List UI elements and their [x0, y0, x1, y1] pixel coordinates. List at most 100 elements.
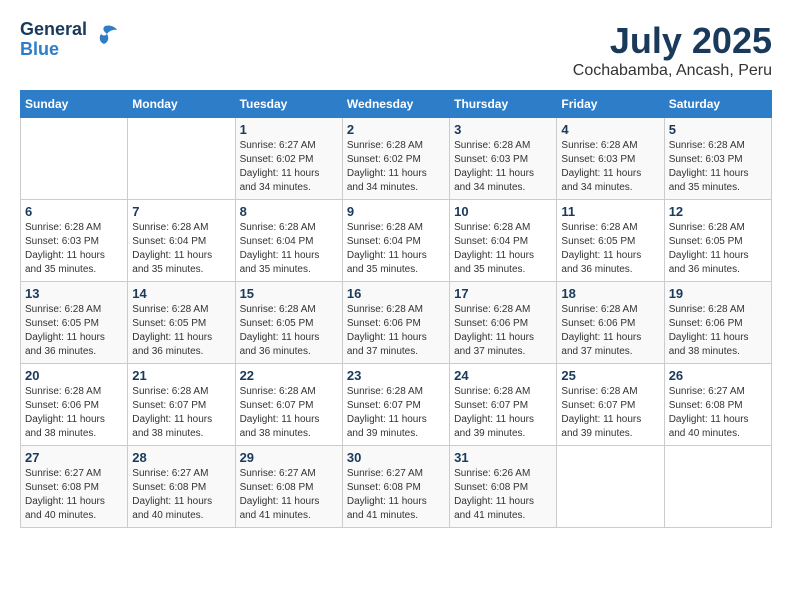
- calendar-table: SundayMondayTuesdayWednesdayThursdayFrid…: [20, 90, 772, 528]
- day-info: Sunrise: 6:27 AM Sunset: 6:08 PM Dayligh…: [347, 467, 445, 523]
- calendar-cell: 10Sunrise: 6:28 AM Sunset: 6:04 PM Dayli…: [450, 200, 557, 282]
- calendar-cell: 5Sunrise: 6:28 AM Sunset: 6:03 PM Daylig…: [664, 118, 771, 200]
- calendar-body: 1 Sunrise: 6:27 AM Sunset: 6:02 PM Daylig…: [21, 118, 772, 528]
- calendar-cell: 30 Sunrise: 6:27 AM Sunset: 6:08 PM Dayli…: [342, 446, 449, 528]
- day-info: Sunrise: 6:28 AM Sunset: 6:07 PM Dayligh…: [347, 385, 445, 441]
- day-info: Sunrise: 6:28 AM Sunset: 6:03 PM Dayligh…: [25, 221, 123, 277]
- calendar-cell: 26 Sunrise: 6:27 AM Sunset: 6:08 PM Dayli…: [664, 364, 771, 446]
- calendar-header: SundayMondayTuesdayWednesdayThursdayFrid…: [21, 91, 772, 118]
- bird-icon: [89, 22, 119, 57]
- day-number: 10: [454, 204, 552, 219]
- calendar-cell: 31 Sunrise: 6:26 AM Sunset: 6:08 PM Dayli…: [450, 446, 557, 528]
- calendar-week-row: 1 Sunrise: 6:27 AM Sunset: 6:02 PM Daylig…: [21, 118, 772, 200]
- calendar-week-row: 27Sunrise: 6:27 AM Sunset: 6:08 PM Dayli…: [21, 446, 772, 528]
- day-of-week-header: Friday: [557, 91, 664, 118]
- calendar-cell: 9 Sunrise: 6:28 AM Sunset: 6:04 PM Daylig…: [342, 200, 449, 282]
- day-info: Sunrise: 6:28 AM Sunset: 6:03 PM Dayligh…: [669, 139, 767, 195]
- day-number: 17: [454, 286, 552, 301]
- day-number: 31: [454, 450, 552, 465]
- day-number: 12: [669, 204, 767, 219]
- calendar-cell: [21, 118, 128, 200]
- day-number: 25: [561, 368, 659, 383]
- day-info: Sunrise: 6:28 AM Sunset: 6:06 PM Dayligh…: [347, 303, 445, 359]
- calendar-cell: 8 Sunrise: 6:28 AM Sunset: 6:04 PM Daylig…: [235, 200, 342, 282]
- day-info: Sunrise: 6:27 AM Sunset: 6:08 PM Dayligh…: [132, 467, 230, 523]
- calendar-cell: [664, 446, 771, 528]
- day-info: Sunrise: 6:28 AM Sunset: 6:07 PM Dayligh…: [561, 385, 659, 441]
- day-of-week-header: Tuesday: [235, 91, 342, 118]
- day-number: 24: [454, 368, 552, 383]
- day-info: Sunrise: 6:28 AM Sunset: 6:06 PM Dayligh…: [454, 303, 552, 359]
- calendar-cell: 25 Sunrise: 6:28 AM Sunset: 6:07 PM Dayli…: [557, 364, 664, 446]
- day-number: 1: [240, 122, 338, 137]
- day-info: Sunrise: 6:28 AM Sunset: 6:06 PM Dayligh…: [561, 303, 659, 359]
- day-info: Sunrise: 6:28 AM Sunset: 6:07 PM Dayligh…: [240, 385, 338, 441]
- day-number: 2: [347, 122, 445, 137]
- day-info: Sunrise: 6:28 AM Sunset: 6:05 PM Dayligh…: [132, 303, 230, 359]
- day-of-week-header: Monday: [128, 91, 235, 118]
- day-info: Sunrise: 6:28 AM Sunset: 6:07 PM Dayligh…: [454, 385, 552, 441]
- calendar-cell: 6Sunrise: 6:28 AM Sunset: 6:03 PM Daylig…: [21, 200, 128, 282]
- day-number: 4: [561, 122, 659, 137]
- calendar-cell: 18 Sunrise: 6:28 AM Sunset: 6:06 PM Dayli…: [557, 282, 664, 364]
- day-info: Sunrise: 6:28 AM Sunset: 6:04 PM Dayligh…: [347, 221, 445, 277]
- page-title: July 2025: [573, 20, 772, 62]
- day-number: 16: [347, 286, 445, 301]
- day-info: Sunrise: 6:28 AM Sunset: 6:07 PM Dayligh…: [132, 385, 230, 441]
- day-info: Sunrise: 6:28 AM Sunset: 6:05 PM Dayligh…: [25, 303, 123, 359]
- day-number: 11: [561, 204, 659, 219]
- calendar-cell: 16 Sunrise: 6:28 AM Sunset: 6:06 PM Dayli…: [342, 282, 449, 364]
- day-info: Sunrise: 6:28 AM Sunset: 6:04 PM Dayligh…: [132, 221, 230, 277]
- day-number: 18: [561, 286, 659, 301]
- calendar-cell: 19Sunrise: 6:28 AM Sunset: 6:06 PM Dayli…: [664, 282, 771, 364]
- day-info: Sunrise: 6:27 AM Sunset: 6:08 PM Dayligh…: [669, 385, 767, 441]
- day-number: 20: [25, 368, 123, 383]
- day-info: Sunrise: 6:27 AM Sunset: 6:08 PM Dayligh…: [240, 467, 338, 523]
- calendar-cell: 27Sunrise: 6:27 AM Sunset: 6:08 PM Dayli…: [21, 446, 128, 528]
- calendar-cell: 2 Sunrise: 6:28 AM Sunset: 6:02 PM Daylig…: [342, 118, 449, 200]
- day-number: 22: [240, 368, 338, 383]
- day-info: Sunrise: 6:27 AM Sunset: 6:02 PM Dayligh…: [240, 139, 338, 195]
- calendar-cell: 11 Sunrise: 6:28 AM Sunset: 6:05 PM Dayli…: [557, 200, 664, 282]
- day-number: 15: [240, 286, 338, 301]
- calendar-cell: [557, 446, 664, 528]
- day-number: 28: [132, 450, 230, 465]
- day-number: 29: [240, 450, 338, 465]
- calendar-cell: 20 Sunrise: 6:28 AM Sunset: 6:06 PM Dayli…: [21, 364, 128, 446]
- day-number: 9: [347, 204, 445, 219]
- page-subtitle: Cochabamba, Ancash, Peru: [573, 62, 772, 80]
- calendar-week-row: 6Sunrise: 6:28 AM Sunset: 6:03 PM Daylig…: [21, 200, 772, 282]
- day-info: Sunrise: 6:28 AM Sunset: 6:03 PM Dayligh…: [561, 139, 659, 195]
- day-info: Sunrise: 6:26 AM Sunset: 6:08 PM Dayligh…: [454, 467, 552, 523]
- calendar-cell: 15 Sunrise: 6:28 AM Sunset: 6:05 PM Dayli…: [235, 282, 342, 364]
- calendar-cell: 7 Sunrise: 6:28 AM Sunset: 6:04 PM Daylig…: [128, 200, 235, 282]
- calendar-cell: 29 Sunrise: 6:27 AM Sunset: 6:08 PM Dayli…: [235, 446, 342, 528]
- calendar-week-row: 13Sunrise: 6:28 AM Sunset: 6:05 PM Dayli…: [21, 282, 772, 364]
- day-info: Sunrise: 6:28 AM Sunset: 6:02 PM Dayligh…: [347, 139, 445, 195]
- day-number: 8: [240, 204, 338, 219]
- day-number: 7: [132, 204, 230, 219]
- logo-blue: Blue: [20, 39, 59, 59]
- day-number: 26: [669, 368, 767, 383]
- day-number: 30: [347, 450, 445, 465]
- day-number: 19: [669, 286, 767, 301]
- day-number: 14: [132, 286, 230, 301]
- calendar-week-row: 20 Sunrise: 6:28 AM Sunset: 6:06 PM Dayli…: [21, 364, 772, 446]
- day-info: Sunrise: 6:28 AM Sunset: 6:05 PM Dayligh…: [669, 221, 767, 277]
- day-number: 21: [132, 368, 230, 383]
- calendar-cell: 28 Sunrise: 6:27 AM Sunset: 6:08 PM Dayli…: [128, 446, 235, 528]
- day-info: Sunrise: 6:28 AM Sunset: 6:05 PM Dayligh…: [240, 303, 338, 359]
- calendar-cell: 1 Sunrise: 6:27 AM Sunset: 6:02 PM Daylig…: [235, 118, 342, 200]
- calendar-cell: 14 Sunrise: 6:28 AM Sunset: 6:05 PM Dayli…: [128, 282, 235, 364]
- logo: General Blue: [20, 20, 119, 60]
- calendar-cell: 4 Sunrise: 6:28 AM Sunset: 6:03 PM Daylig…: [557, 118, 664, 200]
- page-header: General Blue July 2025 Cochabamba, Ancas…: [20, 20, 772, 80]
- day-info: Sunrise: 6:28 AM Sunset: 6:04 PM Dayligh…: [240, 221, 338, 277]
- day-number: 3: [454, 122, 552, 137]
- day-of-week-header: Thursday: [450, 91, 557, 118]
- day-info: Sunrise: 6:28 AM Sunset: 6:05 PM Dayligh…: [561, 221, 659, 277]
- calendar-cell: 17 Sunrise: 6:28 AM Sunset: 6:06 PM Dayli…: [450, 282, 557, 364]
- calendar-cell: 13Sunrise: 6:28 AM Sunset: 6:05 PM Dayli…: [21, 282, 128, 364]
- calendar-cell: 23Sunrise: 6:28 AM Sunset: 6:07 PM Dayli…: [342, 364, 449, 446]
- day-info: Sunrise: 6:28 AM Sunset: 6:06 PM Dayligh…: [25, 385, 123, 441]
